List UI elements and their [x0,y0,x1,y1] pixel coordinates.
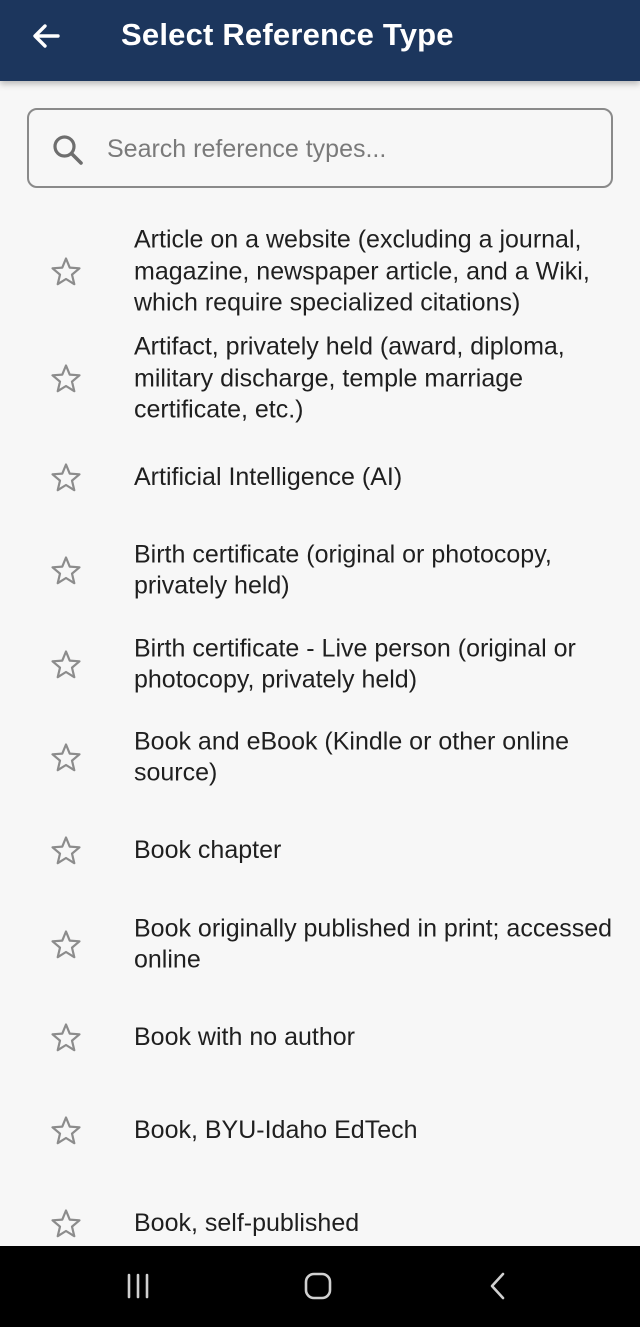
star-icon[interactable] [49,362,83,396]
list-item[interactable]: Book, BYU-Idaho EdTech [0,1084,640,1177]
list-item-label: Artifact, privately held (award, diploma… [134,332,565,424]
list-item[interactable]: Book and eBook (Kindle or other online s… [0,711,640,804]
list-item-label: Book chapter [134,835,282,864]
home-button[interactable] [298,1266,338,1306]
search-box[interactable] [27,108,613,188]
star-icon[interactable] [49,255,83,289]
star-icon[interactable] [49,741,83,775]
list-item[interactable]: Birth certificate - Live person (origina… [0,618,640,711]
list-item-label: Book with no author [134,1022,355,1051]
list-item-label: Article on a website (excluding a journa… [134,225,590,317]
home-icon [304,1272,332,1300]
list-item[interactable]: Birth certificate (original or photocopy… [0,524,640,617]
list-item-label: Birth certificate (original or photocopy… [134,539,552,600]
star-icon[interactable] [49,648,83,682]
star-icon[interactable] [49,1021,83,1055]
star-icon[interactable] [49,1207,83,1241]
system-navigation-bar [0,1246,640,1327]
search-input[interactable] [107,128,597,170]
list-item[interactable]: Artificial Intelligence (AI) [0,431,640,524]
list-item-label: Artificial Intelligence (AI) [134,462,403,491]
list-item-label: Book, self-published [134,1208,360,1237]
arrow-left-icon [33,24,60,48]
page-title: Select Reference Type [121,17,454,52]
list-item[interactable]: Book with no author [0,991,640,1084]
search-icon [53,135,83,165]
list-item-label: Book and eBook (Kindle or other online s… [134,726,570,787]
list-item-label: Book originally published in print; acce… [134,913,613,974]
recents-icon [127,1273,149,1299]
system-back-button[interactable] [478,1266,518,1306]
screen: Select Reference Type Article on a websi… [0,0,640,1327]
list-item[interactable]: Artifact, privately held (award, diploma… [0,329,640,429]
star-icon[interactable] [49,1114,83,1148]
back-button[interactable] [22,14,70,58]
star-icon[interactable] [49,834,83,868]
star-icon[interactable] [49,554,83,588]
list-item-label: Birth certificate - Live person (origina… [134,633,576,694]
star-icon[interactable] [49,928,83,962]
list-item-label: Book, BYU-Idaho EdTech [134,1115,418,1144]
list-item[interactable]: Article on a website (excluding a journa… [0,222,640,322]
app-bar: Select Reference Type [0,0,640,81]
back-chevron-icon [490,1272,505,1300]
list-item[interactable]: Book originally published in print; acce… [0,898,640,991]
recents-button[interactable] [118,1266,158,1306]
list-item[interactable]: Book chapter [0,804,640,897]
star-icon[interactable] [49,461,83,495]
